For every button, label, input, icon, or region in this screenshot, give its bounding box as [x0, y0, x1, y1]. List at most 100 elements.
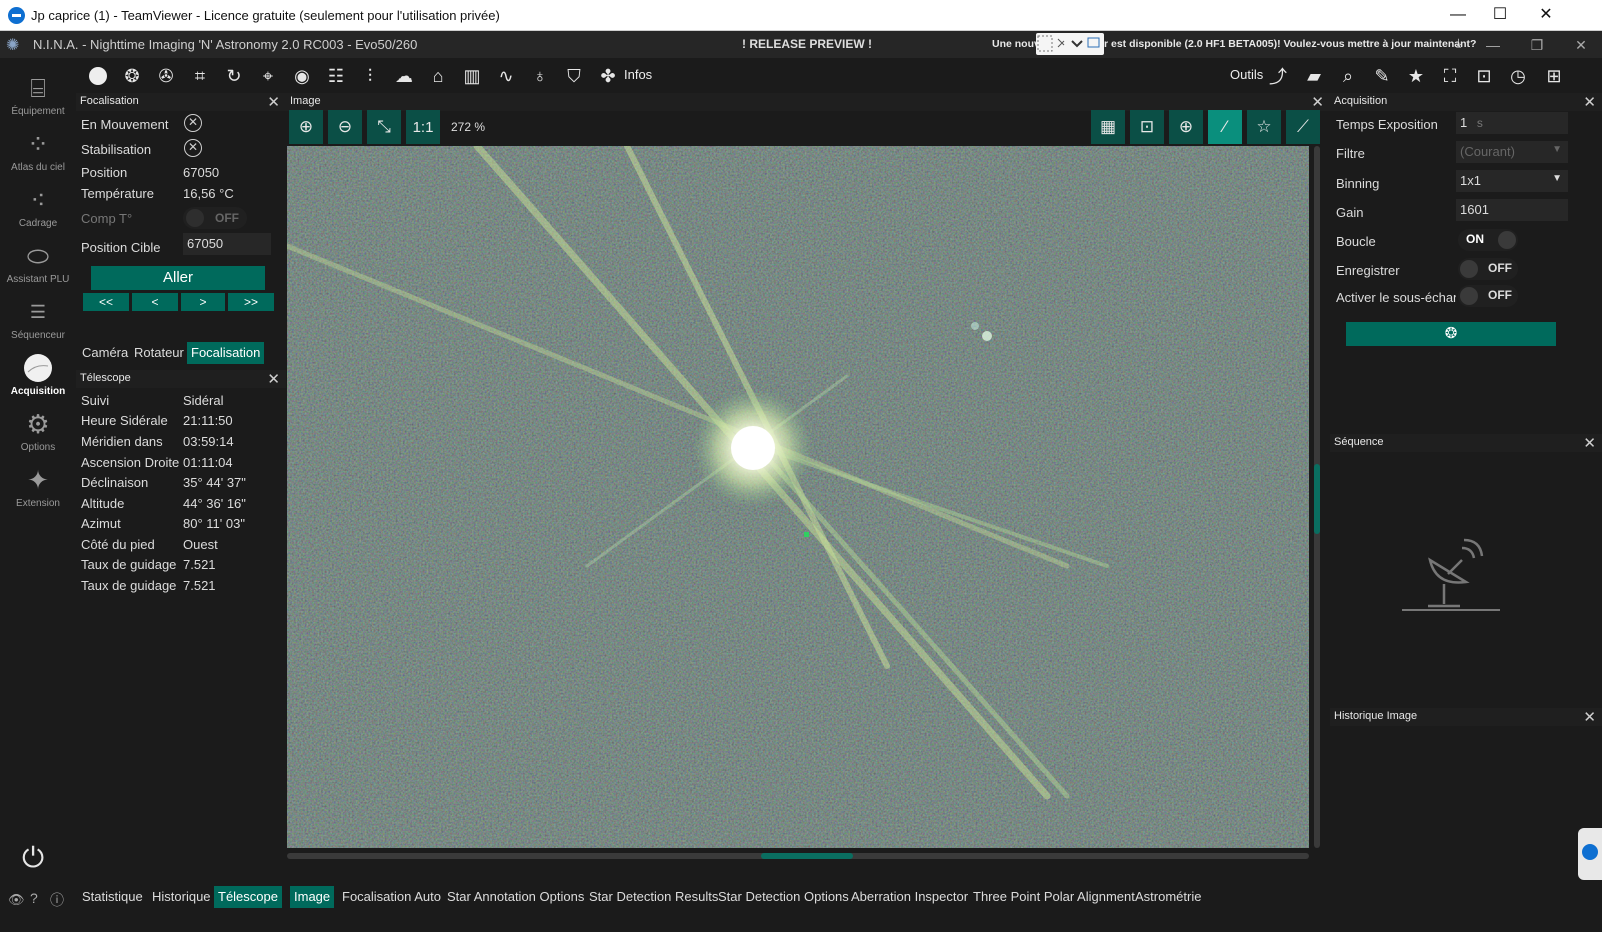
step-forward-large-button[interactable]: >>: [228, 293, 274, 311]
sidebar-item-options[interactable]: ⚙ Options: [0, 402, 76, 458]
filter-wheel-icon[interactable]: ✇: [154, 64, 178, 88]
binning-select[interactable]: 1x1 ▼: [1456, 170, 1568, 192]
captured-star-image[interactable]: [287, 146, 1309, 848]
sidebar-item-acquisition[interactable]: Acquisition: [0, 346, 76, 402]
close-icon[interactable]: ✕: [1583, 434, 1596, 452]
save-label: Enregistrer: [1336, 263, 1400, 278]
grid-icon[interactable]: ▦: [1091, 110, 1125, 144]
filter-select[interactable]: (Courant) ▼: [1456, 141, 1568, 163]
star-icon[interactable]: ★: [1404, 64, 1428, 88]
infos-label[interactable]: Infos: [624, 67, 652, 82]
update-notice-left[interactable]: Une nouv: [992, 38, 1040, 50]
tab-telescope[interactable]: Télescope: [214, 886, 282, 908]
fit-icon[interactable]: ⤡: [367, 110, 401, 144]
maximize-button[interactable]: ☐: [1480, 4, 1520, 26]
plate-solve-icon[interactable]: ⊞: [1542, 64, 1566, 88]
tab-plate-solving[interactable]: Astrométrie: [1131, 886, 1205, 908]
sidebar-item-sequencer[interactable]: ☰ Séquenceur: [0, 290, 76, 346]
horizontal-scrollbar[interactable]: [287, 853, 1309, 859]
ruler-icon[interactable]: ▰: [1302, 64, 1326, 88]
tools-icon[interactable]: ⤴: [1266, 64, 1290, 88]
save-toggle[interactable]: OFF: [1458, 258, 1518, 280]
star-detect-icon[interactable]: ⊡: [1130, 110, 1164, 144]
step-back-button[interactable]: <: [132, 293, 178, 311]
chart-icon[interactable]: ▥: [460, 64, 484, 88]
app-minimize-button[interactable]: —: [1478, 35, 1508, 55]
autofocus-icon[interactable]: ⛶: [1438, 64, 1462, 88]
zoom-in-icon[interactable]: ⊕: [289, 110, 323, 144]
app-maximize-button[interactable]: ❐: [1522, 35, 1552, 55]
teamviewer-mini-toolbar[interactable]: [1036, 33, 1104, 55]
close-button[interactable]: ✕: [1526, 4, 1566, 26]
switch-icon[interactable]: ⫶: [358, 64, 382, 88]
brush-icon[interactable]: ✎: [1370, 64, 1394, 88]
download-icon[interactable]: ⤓: [1456, 36, 1461, 51]
update-notice-right[interactable]: r est disponible (2.0 HF1 BETA005)! Voul…: [1104, 38, 1476, 50]
rotator-icon[interactable]: ↻: [222, 64, 246, 88]
help-icon[interactable]: ?: [30, 890, 38, 906]
weather-icon[interactable]: ☁: [392, 64, 416, 88]
tab-star-detection-options[interactable]: Star Detection Options: [714, 886, 853, 908]
tab-focuser[interactable]: Focalisation: [187, 342, 265, 364]
focuser-icon[interactable]: ⌗: [188, 64, 212, 88]
tab-aberration-inspector[interactable]: Aberration Inspector: [847, 886, 972, 908]
crosshair-icon[interactable]: ⊕: [1169, 110, 1203, 144]
one-to-one-button[interactable]: 1:1: [406, 110, 440, 144]
aperture-icon[interactable]: ❂: [120, 64, 144, 88]
app-close-button[interactable]: ✕: [1566, 35, 1596, 55]
teamviewer-side-handle[interactable]: [1578, 828, 1602, 880]
tools-label[interactable]: Outils: [1230, 67, 1263, 82]
subsample-toggle[interactable]: OFF: [1458, 285, 1518, 307]
tab-statistics[interactable]: Statistique: [78, 886, 147, 908]
tab-camera[interactable]: Caméra: [78, 342, 132, 364]
sidebar-item-sky-atlas[interactable]: ⁘ Atlas du ciel: [0, 122, 76, 178]
history-icon[interactable]: ◷: [1506, 64, 1530, 88]
close-icon[interactable]: ✕: [267, 370, 280, 388]
search-icon[interactable]: ⌕: [1336, 64, 1360, 88]
vertical-scrollbar[interactable]: [1314, 146, 1320, 848]
power-icon[interactable]: ⏻: [22, 842, 52, 873]
filter-label: Filtre: [1336, 146, 1365, 161]
sidebar-item-equipment[interactable]: ⌸ Équipement: [0, 66, 76, 122]
close-icon[interactable]: ✕: [1583, 93, 1596, 111]
gain-input[interactable]: 1601: [1456, 199, 1568, 221]
start-capture-button[interactable]: ❂: [1346, 322, 1556, 346]
tab-image[interactable]: Image: [290, 886, 335, 908]
dome-icon[interactable]: ⌂: [426, 64, 450, 88]
step-forward-button[interactable]: >: [181, 293, 225, 311]
tab-rotator[interactable]: Rotateur: [130, 342, 188, 364]
close-icon[interactable]: ✕: [267, 93, 280, 111]
plugin-icon[interactable]: ✤: [596, 64, 620, 88]
graph-icon[interactable]: ∿: [494, 64, 518, 88]
bulb-icon[interactable]: ♁: [528, 64, 552, 88]
minimize-button[interactable]: —: [1438, 4, 1478, 26]
tab-autofocus[interactable]: Focalisation Auto: [338, 886, 445, 908]
info-icon[interactable]: ⓘ: [50, 890, 64, 910]
sidebar-item-flat-wizard[interactable]: ⬭ Assistant PLU: [0, 234, 76, 290]
tab-history[interactable]: Historique: [148, 886, 215, 908]
loop-toggle[interactable]: ON: [1458, 229, 1518, 251]
hfr-icon[interactable]: ⊡: [1472, 64, 1496, 88]
sidebar-item-framing[interactable]: ⁖ Cadrage: [0, 178, 76, 234]
zoom-out-icon[interactable]: ⊖: [328, 110, 362, 144]
bahtinov-icon[interactable]: ⟋: [1286, 110, 1320, 144]
step-back-large-button[interactable]: <<: [83, 293, 129, 311]
eye-icon[interactable]: 👁: [8, 892, 25, 908]
shield-icon[interactable]: ⛉: [562, 64, 586, 88]
moving-status-icon: ✕: [184, 114, 202, 132]
tab-polar-alignment[interactable]: Three Point Polar Alignment: [969, 886, 1139, 908]
target-position-input[interactable]: 67050: [183, 233, 271, 255]
close-icon[interactable]: ✕: [1583, 708, 1596, 726]
temp-comp-toggle[interactable]: OFF: [183, 207, 247, 229]
annotate-star-icon[interactable]: ☆: [1247, 110, 1281, 144]
tab-star-annotation[interactable]: Star Annotation Options: [443, 886, 588, 908]
guider-icon[interactable]: ◉: [290, 64, 314, 88]
tab-star-detection-results[interactable]: Star Detection Results: [585, 886, 722, 908]
sequence-list-icon[interactable]: ☷: [324, 64, 348, 88]
mount-icon[interactable]: ⌖: [256, 64, 280, 88]
go-button[interactable]: Aller: [91, 266, 265, 290]
magic-wand-icon[interactable]: ⁄: [1208, 110, 1242, 144]
sidebar-item-extension[interactable]: ✦ Extension: [0, 458, 76, 514]
camera-icon[interactable]: [86, 64, 110, 88]
exposure-input[interactable]: 1 s: [1456, 112, 1568, 134]
